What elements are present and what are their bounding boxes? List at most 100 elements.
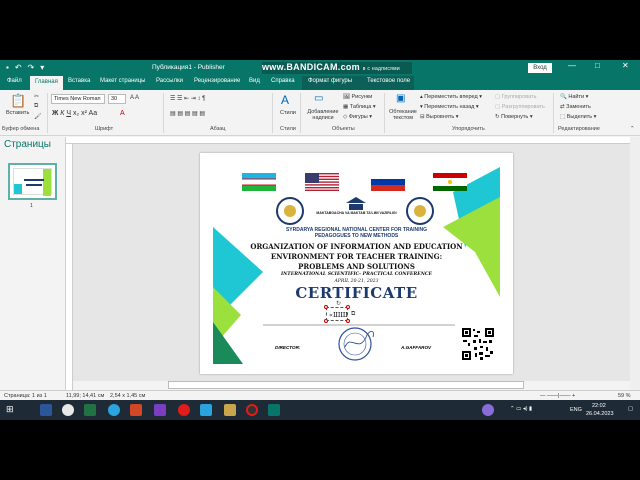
find-button[interactable]: 🔍 Найти ▾ — [560, 94, 588, 100]
vscode-icon[interactable] — [154, 404, 166, 416]
replace-button[interactable]: ⇄ Заменить — [560, 104, 591, 110]
list-icons[interactable]: ☰ ☰ ⇤ ⇥ ↕ ¶ — [170, 95, 205, 102]
tray-icons[interactable]: ⌃ ▭ ◂) ▮ — [510, 406, 532, 412]
font-name-select[interactable]: Times New Roman — [51, 94, 105, 104]
font-color-icon[interactable]: A — [120, 110, 125, 117]
table-button[interactable]: ▦ Таблица ▾ — [343, 104, 376, 110]
file-explorer-icon[interactable] — [224, 404, 236, 416]
tab-mailings[interactable]: Рассылки — [156, 78, 183, 84]
ungroup-button[interactable]: ▢ Разгруппировать — [495, 104, 545, 110]
rotate-button[interactable]: ↻ Повернуть ▾ — [495, 114, 533, 120]
bandicam-icon[interactable] — [246, 404, 258, 416]
clock-time[interactable]: 22:02 — [592, 403, 606, 409]
save-icon[interactable]: ▪ — [6, 63, 9, 72]
tab-home[interactable]: Главная — [30, 76, 63, 90]
shapes-button[interactable]: ◇ Фигуры ▾ — [343, 114, 372, 120]
copy-icon[interactable]: ⧉ — [34, 103, 38, 110]
vertical-ruler[interactable] — [66, 144, 73, 390]
styles-button[interactable]: Стили — [280, 110, 296, 116]
tab-view[interactable]: Вид — [249, 78, 260, 84]
selected-textbox-text[interactable]: «ШШ — [329, 311, 348, 319]
cut-icon[interactable]: ✂ — [34, 93, 39, 100]
powerpoint-icon[interactable] — [130, 404, 142, 416]
vertical-scrollbar[interactable] — [630, 137, 640, 390]
chrome-icon[interactable] — [62, 404, 74, 416]
windows-start-icon[interactable]: ⊞ — [6, 404, 14, 415]
tab-page-design[interactable]: Макет страницы — [100, 78, 145, 84]
quick-access-toolbar: ▪ ↶ ↷ ▾ — [6, 63, 44, 72]
page-thumbnail[interactable] — [8, 163, 57, 200]
send-backward-button[interactable]: ▾ Переместить назад ▾ — [420, 104, 479, 110]
bold-italic-underline-icons[interactable]: Ж К Ч x₂ x² Aa — [52, 110, 97, 117]
tab-insert[interactable]: Вставка — [68, 78, 90, 84]
collapse-ribbon-icon[interactable]: ⌃ — [630, 126, 635, 132]
zoom-level[interactable]: 59 % — [618, 393, 631, 399]
selected-textbox[interactable]: «ШШ ↻ ⧉ — [324, 301, 355, 323]
certificate-title: CERTIFICATE — [295, 284, 418, 302]
bandicam-watermark: www.BANDICAM.com в с надписями — [262, 62, 412, 74]
objects-group-label: Объекты — [332, 126, 355, 132]
layout-options-icon[interactable]: ⧉ — [351, 311, 355, 318]
group-button[interactable]: ▢ Группировать — [495, 94, 536, 100]
ribbon-divider — [163, 93, 164, 133]
resize-handle[interactable] — [346, 319, 350, 323]
wrap-text-button[interactable]: Обтекание текстом — [388, 109, 418, 121]
undo-icon[interactable]: ↶ — [15, 63, 22, 72]
textbox-icon[interactable]: ▭ — [314, 93, 323, 104]
resize-handle[interactable] — [346, 305, 350, 309]
excel-icon[interactable] — [84, 404, 96, 416]
horizontal-ruler[interactable] — [66, 137, 630, 144]
language-indicator[interactable]: ENG — [570, 407, 582, 413]
qr-code-icon — [461, 327, 495, 361]
telegram-desktop-icon[interactable] — [200, 404, 212, 416]
select-button[interactable]: ⬚ Выделить ▾ — [560, 114, 596, 120]
yandex-icon[interactable] — [178, 404, 190, 416]
word-icon[interactable] — [40, 404, 52, 416]
tray-app-icon[interactable] — [482, 404, 494, 416]
format-painter-icon[interactable]: 🖌 — [34, 113, 42, 120]
resize-handle[interactable] — [324, 305, 328, 309]
paste-icon[interactable]: 📋 — [10, 93, 26, 109]
maximize-icon[interactable]: □ — [595, 61, 600, 70]
director-name: A.GAFFAROV — [401, 345, 432, 350]
resize-handle[interactable] — [324, 319, 328, 323]
add-textbox-button[interactable]: Добавление надписи — [304, 109, 342, 121]
font-size-icons[interactable]: A A — [130, 95, 139, 101]
tab-review[interactable]: Рецензирование — [194, 78, 240, 84]
horizontal-scrollbar[interactable] — [168, 381, 524, 389]
certificate[interactable]: MAKTABGACHA VA MAKTAB TA'LIMI VAZIRLIGI … — [213, 167, 500, 364]
page-indicator[interactable]: Страница: 1 из 1 — [4, 393, 47, 399]
ministry-logo-icon — [346, 197, 366, 210]
zoom-slider[interactable]: — ——|—— + — [540, 393, 575, 399]
customize-icon[interactable]: ▾ — [40, 63, 44, 72]
rotate-handle-icon[interactable]: ↻ — [336, 300, 341, 307]
align-icons[interactable]: ▤ ▤ ▤ ▤ ▤ — [170, 110, 205, 117]
tab-shape-format[interactable]: Формат фигуры — [308, 78, 352, 84]
redo-icon[interactable]: ↷ — [28, 63, 35, 72]
login-button[interactable]: Вход — [528, 63, 552, 73]
ribbon-tabs: Файл Главная Вставка Макет страницы Расс… — [0, 76, 640, 90]
pictures-button[interactable]: 🖼 Рисунки — [343, 94, 372, 100]
bring-forward-button[interactable]: ▴ Переместить вперед ▾ — [420, 94, 482, 100]
publisher-icon[interactable] — [268, 404, 280, 416]
conference-title-line2: ENVIRONMENT FOR TEACHER TRAINING: — [270, 252, 443, 261]
wrap-text-icon[interactable]: ▣ — [396, 93, 405, 104]
close-icon[interactable]: ✕ — [622, 61, 629, 70]
cursor-position: 11,99; 14,41 см — [66, 393, 105, 399]
tab-file[interactable]: Файл — [7, 78, 22, 84]
minimize-icon[interactable]: — — [568, 61, 576, 70]
paste-button[interactable]: Вставить — [6, 110, 29, 116]
center-name-line2: PEDAGOGUES TO NEW METHODS — [314, 233, 399, 239]
font-size-select[interactable]: 30 — [108, 94, 126, 104]
editing-group-label: Редактирование — [558, 126, 600, 132]
telegram-icon[interactable] — [108, 404, 120, 416]
align-button[interactable]: ⊟ Выровнять ▾ — [420, 114, 459, 120]
notifications-icon[interactable]: ▢ — [628, 406, 633, 412]
arrange-group-label: Упорядочить — [452, 126, 485, 132]
object-size: 2,54 x 1,45 см — [110, 393, 146, 399]
tab-text-box[interactable]: Текстовое поле — [367, 78, 410, 84]
tab-help[interactable]: Справка — [271, 78, 295, 84]
screen: ▪ ↶ ↷ ▾ Публикация1 - Publisher www.BAND… — [0, 0, 640, 480]
styles-icon[interactable]: A — [281, 93, 289, 107]
clock-date[interactable]: 26.04.2023 — [586, 411, 614, 417]
